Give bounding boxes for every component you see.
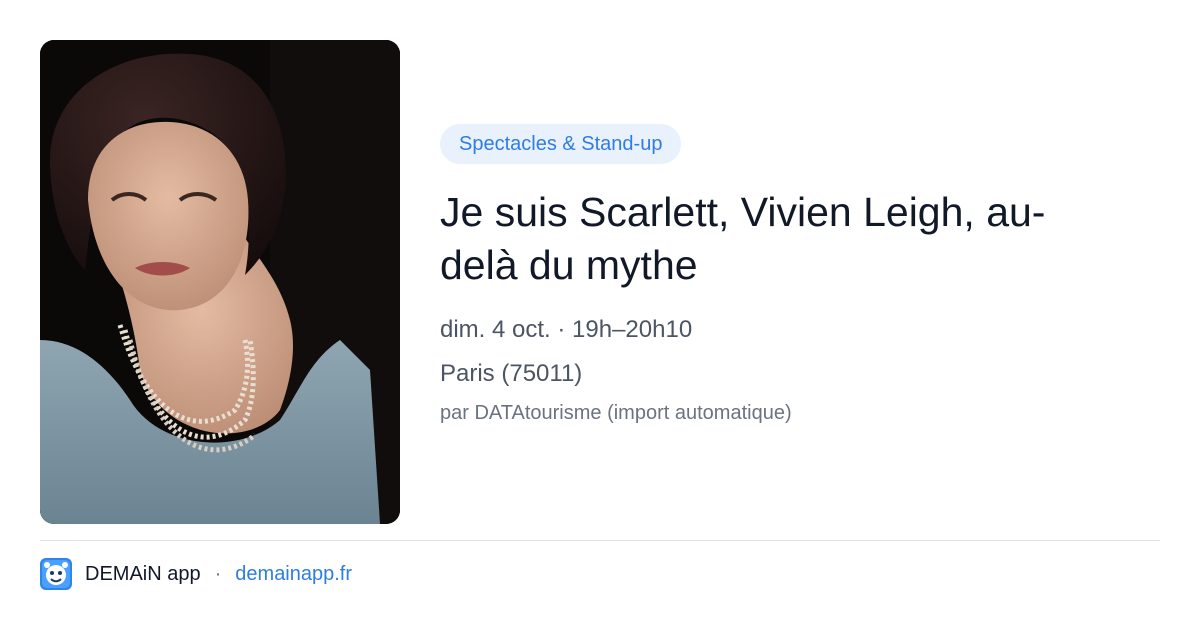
category-badge[interactable]: Spectacles & Stand-up <box>440 124 682 164</box>
event-details: Spectacles & Stand-up Je suis Scarlett, … <box>440 124 1140 428</box>
footer-separator: · <box>214 562 222 585</box>
app-name[interactable]: DEMAiN app <box>85 563 201 586</box>
event-location: Paris (75011) <box>440 360 583 387</box>
event-date-time: dim. 4 oct. · 19h–20h10 <box>440 316 693 343</box>
footer-divider <box>40 540 1160 541</box>
event-image[interactable] <box>40 40 400 524</box>
footer: DEMAiN app · demainapp.fr <box>40 557 352 591</box>
app-url-link[interactable]: demainapp.fr <box>235 563 352 586</box>
event-title[interactable]: Je suis Scarlett, Vivien Leigh, au-delà … <box>440 186 1120 292</box>
demain-app-logo-icon[interactable] <box>40 558 72 590</box>
event-source: par DATAtourisme (import automatique) <box>440 402 792 424</box>
portrait-illustration <box>40 40 400 524</box>
